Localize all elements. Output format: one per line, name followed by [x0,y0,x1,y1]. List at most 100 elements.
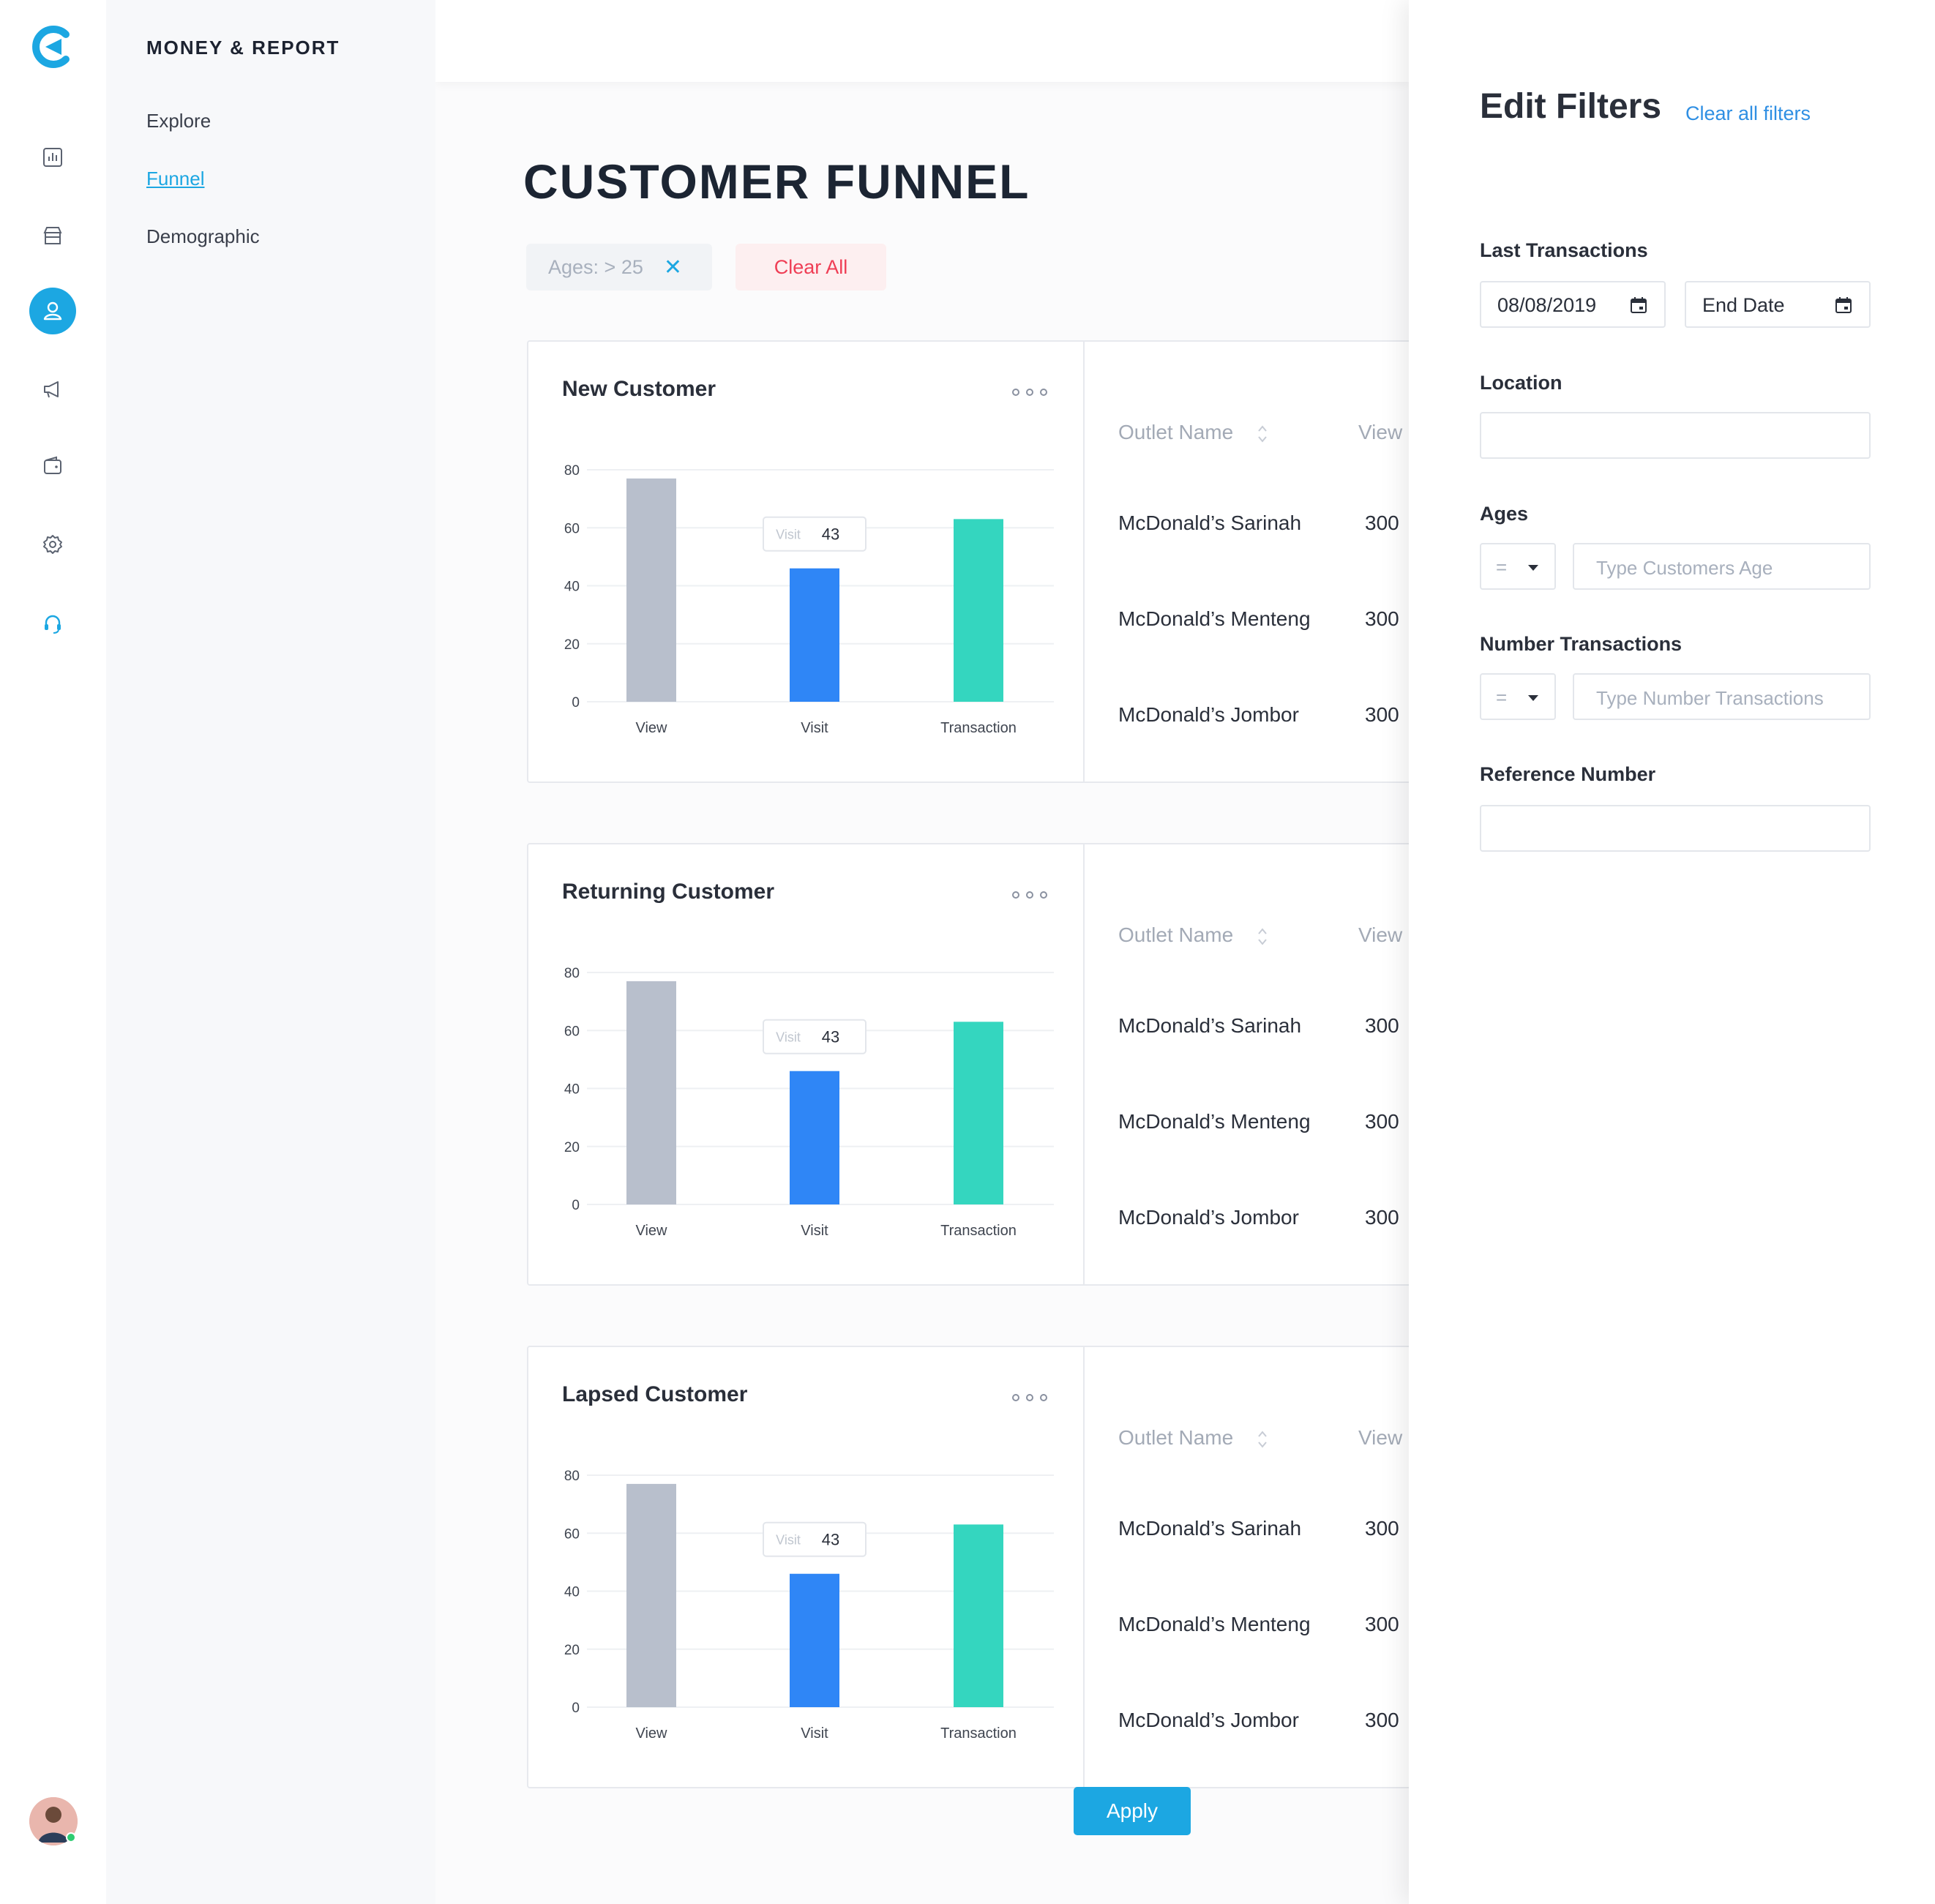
end-date-placeholder: End Date [1702,294,1785,316]
chart-tooltip: Visit 43 [763,516,867,552]
y-tick-label: 60 [564,1526,580,1542]
reports-icon[interactable] [29,134,76,181]
y-tick-label: 60 [564,1024,580,1039]
reference-number-label: Reference Number [1480,763,1656,785]
table-header-label: Outlet Name [1118,421,1234,443]
clear-all-filters-link[interactable]: Clear all filters [1685,102,1811,125]
location-label: Location [1480,372,1562,394]
submenu-panel: MONEY & REPORT Explore Funnel Demographi… [106,0,435,1904]
y-tick-label: 20 [564,637,580,653]
submenu-title: MONEY & REPORT [146,37,340,59]
x-tick-label: Transaction [940,1223,1017,1239]
reference-number-input[interactable] [1480,805,1871,852]
tooltip-value: 43 [822,525,839,544]
start-date-value: 08/08/2019 [1497,294,1597,316]
wallet-icon[interactable] [29,443,76,490]
clear-all-button[interactable]: Clear All [736,244,886,291]
online-status-dot [66,1832,76,1843]
bar-transaction [954,1524,1003,1707]
table-cell-view: 300 [1365,607,1399,630]
top-bar [435,0,1409,82]
funnel-card-lapsed: Lapsed Customer 80 60 40 20 0 View Visit Transa… [527,1346,1409,1788]
table-header-outlet[interactable]: Outlet Name [1118,421,1268,446]
bar-visit [790,1071,839,1204]
filter-chip-age: Ages: > 25 ✕ [526,244,712,291]
x-tick-label: View [636,1725,668,1742]
funnel-bar-chart: 80 60 40 20 0 View Visit Transaction Visit 43 [564,966,1054,1239]
table-cell-view: 300 [1365,1110,1399,1133]
sort-icon[interactable] [1257,422,1268,446]
remove-filter-icon[interactable]: ✕ [664,255,682,280]
number-transactions-placeholder: Type Number Transactions [1596,687,1824,709]
calendar-icon[interactable] [1629,296,1648,315]
x-tick-label: Transaction [940,1725,1017,1742]
operator-value: = [1496,556,1508,578]
number-transactions-input[interactable]: Type Number Transactions [1573,673,1871,720]
sort-icon[interactable] [1257,1428,1268,1451]
number-transactions-operator-select[interactable]: = [1480,673,1556,720]
submenu-item-demographic[interactable]: Demographic [146,225,260,248]
y-tick-label: 40 [564,1585,580,1600]
apply-button[interactable]: Apply [1074,1787,1191,1835]
table-cell-view: 300 [1365,1613,1399,1635]
bar-view [626,478,676,702]
x-tick-label: Visit [801,1725,828,1742]
megaphone-icon[interactable] [29,366,76,413]
location-input[interactable] [1480,412,1871,459]
table-header-outlet[interactable]: Outlet Name [1118,923,1268,948]
tooltip-label: Visit [776,1533,801,1548]
tooltip-value: 43 [822,1531,839,1549]
calendar-icon[interactable] [1834,296,1853,315]
y-tick-label: 80 [564,1469,580,1484]
chevron-down-icon [1528,565,1538,571]
ages-operator-select[interactable]: = [1480,543,1556,590]
table-header-view[interactable]: View [1358,1426,1402,1450]
table-header-label: Outlet Name [1118,923,1234,946]
submenu-item-funnel[interactable]: Funnel [146,168,205,190]
table-header-label: Outlet Name [1118,1426,1234,1449]
table-cell-view: 300 [1365,703,1399,726]
edit-filters-panel: Edit Filters Clear all filters Last Tran… [1409,0,1935,1904]
card-divider [1083,342,1085,782]
last-transactions-label: Last Transactions [1480,239,1648,261]
start-date-field[interactable]: 08/08/2019 [1480,281,1666,328]
table-header-view[interactable]: View [1358,421,1402,444]
table-cell-outlet: McDonald’s Jombor [1118,1709,1299,1731]
table-cell-outlet: McDonald’s Sarinah [1118,511,1302,534]
bar-transaction [954,519,1003,702]
funnel-card-new: New Customer 80 60 40 20 0 View Visit Transacti… [527,340,1409,783]
chart-tooltip: Visit 43 [763,1019,867,1054]
card-divider [1083,844,1085,1284]
ages-input[interactable]: Type Customers Age [1573,543,1871,590]
table-cell-view: 300 [1365,1206,1399,1229]
x-tick-label: Visit [801,720,828,736]
bar-view [626,981,676,1204]
tooltip-label: Visit [776,1030,801,1045]
funnel-bar-chart: 80 60 40 20 0 View Visit Transaction Visit 43 [564,463,1054,736]
chart-tooltip: Visit 43 [763,1521,867,1557]
table-cell-view: 300 [1365,511,1399,534]
bar-view [626,1483,676,1707]
sort-icon[interactable] [1257,925,1268,948]
filters-title: Edit Filters [1480,87,1662,126]
x-tick-label: View [636,1223,668,1239]
user-avatar[interactable] [29,1797,78,1845]
table-cell-outlet: McDonald’s Menteng [1118,607,1311,630]
ages-placeholder: Type Customers Age [1596,557,1773,579]
customer-icon[interactable] [29,288,76,334]
support-headset-icon[interactable] [29,600,76,647]
submenu-item-explore[interactable]: Explore [146,110,211,132]
store-icon[interactable] [29,212,76,259]
table-header-view[interactable]: View [1358,923,1402,947]
y-tick-label: 60 [564,521,580,536]
operator-value: = [1496,686,1508,708]
ages-label: Ages [1480,503,1529,525]
settings-icon[interactable] [29,521,76,568]
bar-transaction [954,1022,1003,1204]
app-logo-icon[interactable] [29,24,75,70]
table-cell-view: 300 [1365,1014,1399,1037]
end-date-field[interactable]: End Date [1685,281,1871,328]
table-header-outlet[interactable]: Outlet Name [1118,1426,1268,1451]
funnel-card-returning: Returning Customer 80 60 40 20 0 View Visit Tra… [527,843,1409,1286]
x-tick-label: Transaction [940,720,1017,736]
